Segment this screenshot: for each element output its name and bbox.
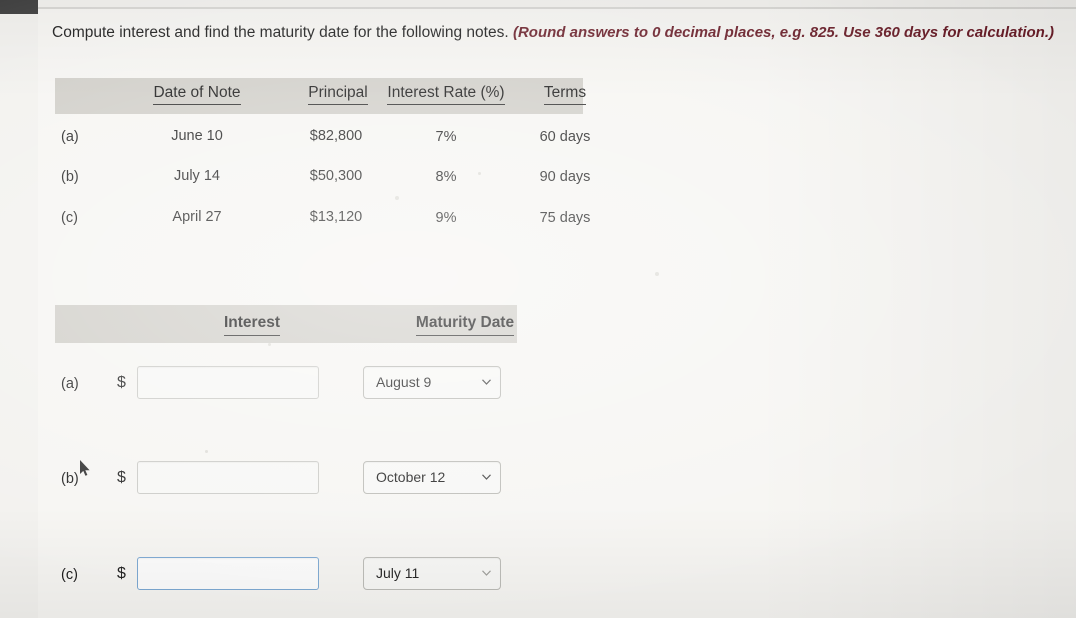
cell-terms: 90 days — [539, 169, 591, 185]
chevron-down-icon — [482, 474, 491, 480]
cell-terms: 75 days — [539, 210, 591, 226]
answer-row-label: (b) — [61, 471, 79, 487]
answer-row: (b) $ October 12 — [55, 455, 517, 515]
window-chrome-strip — [0, 0, 38, 14]
cell-date: April 27 — [172, 209, 222, 225]
row-label: (c) — [61, 210, 78, 226]
page-title: Compute interest and find the maturity d… — [52, 24, 1076, 42]
currency-symbol: $ — [117, 374, 126, 391]
column-header-date-of-note: Date of Note — [117, 84, 277, 105]
chevron-down-icon — [482, 379, 491, 385]
speck — [655, 272, 659, 276]
answer-row-label: (a) — [61, 376, 79, 392]
cell-terms: 60 days — [539, 129, 591, 145]
page-top-divider — [38, 7, 1076, 9]
answer-row: (c) $ July 11 — [55, 551, 517, 611]
column-header-interest: Interest — [117, 314, 387, 336]
currency-symbol: $ — [117, 565, 126, 582]
cell-date: July 14 — [174, 168, 220, 184]
answer-row-label: (c) — [61, 567, 78, 583]
row-label: (b) — [61, 169, 79, 185]
maturity-date-value-a: August 9 — [376, 374, 432, 390]
chevron-down-icon — [482, 570, 491, 576]
prompt-main: Compute interest and find the maturity d… — [52, 24, 509, 41]
maturity-date-select-a[interactable]: August 9 — [363, 366, 501, 399]
cell-date: June 10 — [171, 128, 223, 144]
speck — [205, 450, 208, 453]
row-label: (a) — [61, 129, 79, 145]
column-header-terms: Terms — [510, 84, 620, 105]
currency-symbol: $ — [117, 469, 126, 486]
page-canvas: Compute interest and find the maturity d… — [0, 0, 1076, 618]
mouse-pointer-icon — [79, 460, 91, 478]
maturity-date-value-c: July 11 — [376, 565, 420, 581]
interest-input-b[interactable] — [137, 461, 319, 494]
column-header-maturity-date: Maturity Date — [365, 314, 565, 336]
speck — [268, 343, 271, 346]
answer-row: (a) $ August 9 — [55, 360, 517, 420]
interest-input-a[interactable] — [137, 366, 319, 399]
prompt-hint: (Round answers to 0 decimal places, e.g.… — [512, 24, 1055, 41]
maturity-date-select-b[interactable]: October 12 — [363, 461, 501, 494]
speck — [478, 172, 481, 175]
maturity-date-value-b: October 12 — [376, 469, 446, 485]
interest-input-c[interactable] — [137, 557, 319, 590]
maturity-date-select-c[interactable]: July 11 — [363, 557, 501, 590]
speck — [395, 196, 399, 200]
